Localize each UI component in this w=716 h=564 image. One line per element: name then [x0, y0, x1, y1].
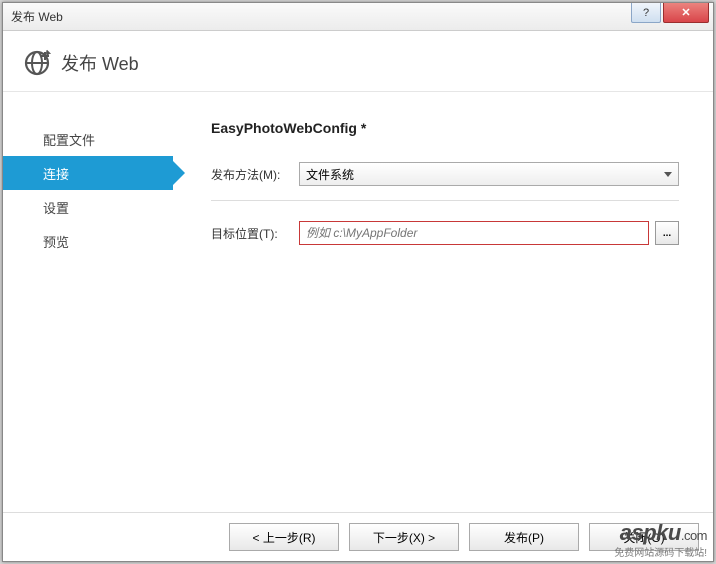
dialog-footer: < 上一步(R) 下一步(X) > 发布(P) 关闭(O) [3, 512, 713, 561]
sidebar-item-label: 配置文件 [43, 130, 95, 149]
dialog-title: 发布 Web [61, 50, 139, 76]
target-label: 目标位置(T): [211, 225, 299, 242]
ellipsis-icon: ... [663, 228, 671, 239]
target-row: 目标位置(T): ... [211, 221, 679, 245]
window-title: 发布 Web [11, 8, 63, 25]
dialog-header: 发布 Web [3, 31, 713, 92]
publish-button[interactable]: 发布(P) [469, 523, 579, 551]
publish-method-dropdown[interactable]: 文件系统 [299, 162, 679, 186]
sidebar: 配置文件 连接 设置 预览 [3, 92, 173, 512]
sidebar-item-settings[interactable]: 设置 [3, 190, 173, 224]
sidebar-item-profile[interactable]: 配置文件 [3, 122, 173, 156]
browse-button[interactable]: ... [655, 221, 679, 245]
publish-method-row: 发布方法(M): 文件系统 [211, 162, 679, 186]
sidebar-item-connection[interactable]: 连接 [3, 156, 173, 190]
sidebar-item-label: 预览 [43, 232, 69, 251]
close-button[interactable]: 关闭(O) [589, 523, 699, 551]
next-button[interactable]: 下一步(X) > [349, 523, 459, 551]
dialog-window: 发布 Web ? ✕ 发布 Web 配置文件 [2, 2, 714, 562]
help-button[interactable]: ? [631, 3, 661, 23]
content-area: 配置文件 连接 设置 预览 EasyPhotoWebConfig * 发布方法(… [3, 92, 713, 512]
publish-method-value: 文件系统 [306, 166, 354, 183]
help-icon: ? [643, 7, 649, 19]
main-panel: EasyPhotoWebConfig * 发布方法(M): 文件系统 目标位置(… [173, 92, 713, 512]
chevron-down-icon [664, 172, 672, 177]
previous-button[interactable]: < 上一步(R) [229, 523, 339, 551]
sidebar-item-label: 连接 [43, 164, 69, 183]
page-title: EasyPhotoWebConfig * [211, 120, 679, 136]
close-icon: ✕ [681, 6, 690, 19]
divider [211, 200, 679, 201]
sidebar-item-preview[interactable]: 预览 [3, 224, 173, 258]
window-close-button[interactable]: ✕ [663, 3, 709, 23]
publish-method-label: 发布方法(M): [211, 166, 299, 183]
window-controls: ? ✕ [629, 3, 709, 25]
sidebar-item-label: 设置 [43, 198, 69, 217]
titlebar: 发布 Web ? ✕ [3, 3, 713, 31]
globe-icon [23, 49, 51, 77]
target-location-input[interactable] [299, 221, 649, 245]
